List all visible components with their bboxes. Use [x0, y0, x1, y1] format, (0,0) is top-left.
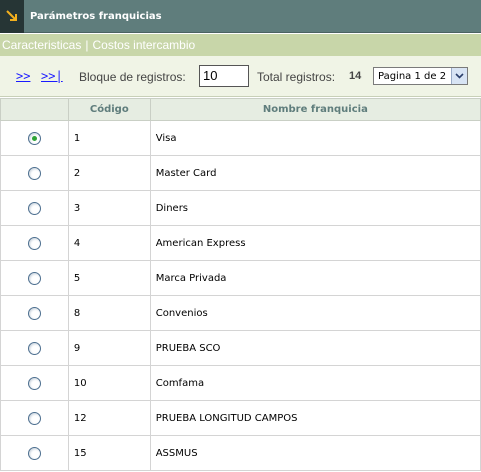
chevron-down-icon[interactable]: [451, 68, 467, 84]
row-select-cell: [0, 190, 69, 226]
row-select-cell: [0, 295, 69, 331]
row-select-cell: [0, 365, 69, 401]
nombre-cell: Marca Privada: [149, 260, 481, 296]
codigo-cell: 3: [67, 190, 151, 226]
table-row[interactable]: 10 Comfama: [0, 365, 481, 401]
row-radio-button[interactable]: [27, 201, 41, 215]
table-row[interactable]: 8 Convenios: [0, 295, 481, 331]
row-select-cell: [0, 435, 69, 471]
nombre-cell: PRUEBA SCO: [149, 330, 481, 366]
tab-costos-intercambio[interactable]: Costos intercambio: [92, 38, 195, 52]
codigo-cell: 5: [67, 260, 151, 296]
window-title: Parámetros franquicias: [30, 10, 162, 22]
table-row[interactable]: 9 PRUEBA SCO: [0, 330, 481, 366]
row-select-cell: [0, 400, 69, 436]
row-select-cell: [0, 260, 69, 296]
row-select-cell: [0, 155, 69, 191]
resize-arrow-icon[interactable]: [0, 0, 24, 33]
block-size-input[interactable]: 10: [199, 65, 249, 87]
table-row[interactable]: 15 ASSMUS: [0, 435, 481, 471]
table-row[interactable]: 4 American Express: [0, 225, 481, 261]
table-row[interactable]: 1 Visa: [0, 120, 481, 156]
table-row[interactable]: 3 Diners: [0, 190, 481, 226]
table-row[interactable]: 12 PRUEBA LONGITUD CAMPOS: [0, 400, 481, 436]
row-radio-button[interactable]: [27, 131, 41, 145]
row-radio-button[interactable]: [27, 306, 41, 320]
page-select[interactable]: Pagina 1 de 2: [373, 67, 468, 85]
total-records-value: 14: [349, 70, 362, 82]
row-select-cell: [0, 120, 69, 156]
codigo-cell: 1: [67, 120, 151, 156]
table-row[interactable]: 2 Master Card: [0, 155, 481, 191]
row-radio-button[interactable]: [27, 271, 41, 285]
nombre-cell: ASSMUS: [149, 435, 481, 471]
nombre-cell: Diners: [149, 190, 481, 226]
row-select-cell: [0, 225, 69, 261]
window-titlebar: Parámetros franquicias: [0, 0, 481, 33]
nombre-cell: PRUEBA LONGITUD CAMPOS: [149, 400, 481, 436]
nombre-cell: Visa: [149, 120, 481, 156]
row-radio-button[interactable]: [27, 236, 41, 250]
last-page-link[interactable]: >>|: [41, 69, 63, 83]
franchises-table: Código Nombre franquicia 1 Visa 2 Master Ca…: [0, 98, 481, 471]
codigo-cell: 12: [67, 400, 151, 436]
codigo-cell: 2: [67, 155, 151, 191]
row-radio-button[interactable]: [27, 446, 41, 460]
block-size-label: Bloque de registros:: [79, 70, 186, 84]
tabs-bar: Caracteristicas | Costos intercambio: [0, 34, 481, 56]
codigo-cell: 4: [67, 225, 151, 261]
row-select-cell: [0, 330, 69, 366]
codigo-cell: 8: [67, 295, 151, 331]
table-row[interactable]: 5 Marca Privada: [0, 260, 481, 296]
table-header-row: Código Nombre franquicia: [0, 98, 481, 121]
nombre-cell: Convenios: [149, 295, 481, 331]
codigo-cell: 15: [67, 435, 151, 471]
total-records-label: Total registros:: [257, 70, 336, 84]
codigo-cell: 10: [67, 365, 151, 401]
column-header-codigo[interactable]: Código: [67, 98, 151, 121]
column-header-nombre[interactable]: Nombre franquicia: [149, 98, 481, 121]
nombre-cell: American Express: [149, 225, 481, 261]
nombre-cell: Master Card: [149, 155, 481, 191]
tab-separator: |: [85, 38, 89, 52]
nombre-cell: Comfama: [149, 365, 481, 401]
row-radio-button[interactable]: [27, 166, 41, 180]
tab-caracteristicas[interactable]: Caracteristicas: [2, 38, 81, 52]
row-radio-button[interactable]: [27, 341, 41, 355]
row-radio-button[interactable]: [27, 376, 41, 390]
row-radio-button[interactable]: [27, 411, 41, 425]
next-page-link[interactable]: >>: [16, 69, 30, 83]
column-header-select: [0, 98, 69, 121]
codigo-cell: 9: [67, 330, 151, 366]
page-select-value: Pagina 1 de 2: [378, 70, 447, 82]
